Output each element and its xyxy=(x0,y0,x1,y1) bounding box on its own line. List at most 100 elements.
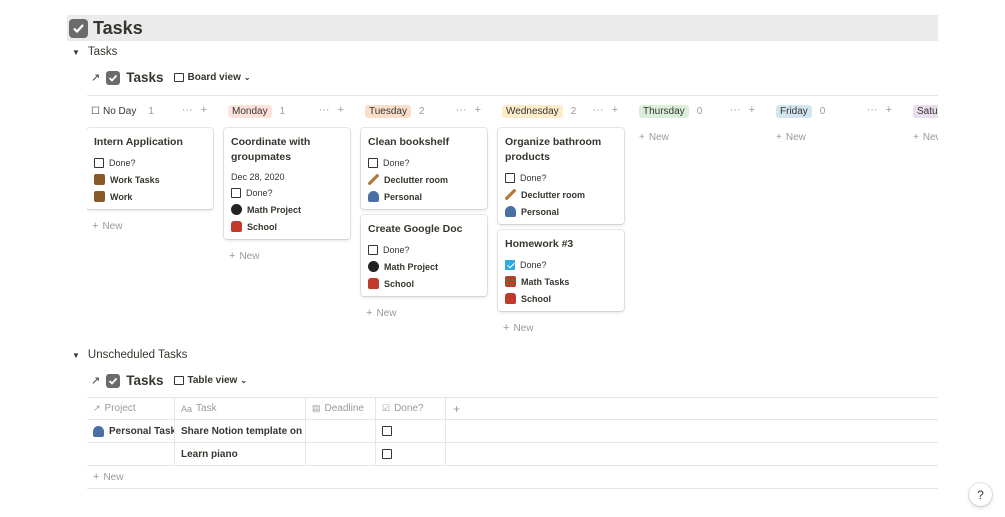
board-card[interactable]: Clean bookshelf Done? Declutter room Per… xyxy=(361,128,487,209)
board-card[interactable]: Organize bathroom products Done? Declutt… xyxy=(498,128,624,224)
backpack-icon xyxy=(231,221,242,232)
column-count: 2 xyxy=(418,105,425,117)
board-card[interactable]: Create Google Doc Done? Math Project Sch… xyxy=(361,215,487,296)
relation-link[interactable]: Math Project xyxy=(384,262,438,272)
done-row: Done? xyxy=(368,154,480,171)
new-card-button[interactable]: +New xyxy=(772,132,898,143)
checkbox[interactable] xyxy=(382,426,392,436)
checkbox[interactable] xyxy=(231,187,241,198)
column-header-task[interactable]: Aa Task xyxy=(175,398,306,419)
checkbox[interactable] xyxy=(94,157,104,168)
add-icon[interactable]: + xyxy=(475,104,481,116)
column-header-project[interactable]: ↗ Project xyxy=(87,398,175,419)
relation-link[interactable]: Work Tasks xyxy=(110,175,160,185)
more-icon[interactable]: ··· xyxy=(319,104,330,116)
new-card-button[interactable]: +New xyxy=(909,132,938,143)
relation-link[interactable]: Math Tasks xyxy=(521,277,569,287)
db-title[interactable]: Tasks xyxy=(126,70,163,85)
card-title: Create Google Doc xyxy=(368,223,463,235)
card-title: Homework #3 xyxy=(505,238,574,250)
project-cell[interactable] xyxy=(87,443,175,465)
card-title: Coordinate with groupmates xyxy=(231,136,311,163)
relation-link[interactable]: Personal xyxy=(384,192,422,202)
help-button[interactable]: ? xyxy=(969,483,992,506)
add-icon[interactable]: + xyxy=(749,104,755,116)
new-card-button[interactable]: +New xyxy=(498,322,624,334)
column-header-done[interactable]: ☑ Done? xyxy=(376,398,446,419)
new-card-button[interactable]: +New xyxy=(224,250,350,262)
more-icon[interactable]: ··· xyxy=(182,104,193,116)
more-icon[interactable]: ··· xyxy=(593,104,604,116)
view-switcher[interactable]: Table view ⌄ xyxy=(173,375,247,386)
checkbox-icon: ☑ xyxy=(382,403,391,413)
relation-link[interactable]: School xyxy=(384,279,414,289)
relation-row: Declutter room xyxy=(368,171,480,188)
new-card-button[interactable]: +New xyxy=(361,307,487,319)
toggle-unscheduled-tasks[interactable]: ▼ Unscheduled Tasks xyxy=(72,349,187,361)
add-column-button[interactable]: + xyxy=(446,398,938,419)
relation-link[interactable]: Declutter room xyxy=(521,190,585,200)
checkbox[interactable] xyxy=(505,172,515,183)
triangle-down-icon[interactable]: ▼ xyxy=(72,48,80,57)
column-tag: Tuesday xyxy=(365,104,411,118)
toggle-tasks[interactable]: ▼ Tasks xyxy=(72,46,117,58)
done-label: Done? xyxy=(520,172,547,183)
more-icon[interactable]: ··· xyxy=(456,104,467,116)
add-icon[interactable]: + xyxy=(201,104,207,116)
add-icon[interactable]: + xyxy=(612,104,618,116)
column-header[interactable]: Satur xyxy=(909,102,938,120)
board-card[interactable]: Homework #3 Done? Math Tasks School xyxy=(498,230,624,311)
table-row[interactable]: Personal Tasks Share Notion template on … xyxy=(87,420,938,443)
column-header[interactable]: Wednesday 2 ··· + xyxy=(498,102,624,120)
board-card[interactable]: Coordinate with groupmates Dec 28, 2020 … xyxy=(224,128,350,239)
column-header[interactable]: Monday 1 ··· + xyxy=(224,102,350,120)
open-link-arrow-icon[interactable]: ↗ xyxy=(91,71,100,84)
checkbox-checked[interactable] xyxy=(505,259,515,270)
plus-icon: + xyxy=(366,307,373,319)
deadline-cell[interactable] xyxy=(306,420,376,442)
view-switcher[interactable]: Board view ⌄ xyxy=(173,72,251,83)
column-header-deadline[interactable]: ▤ Deadline xyxy=(306,398,376,419)
relation-link[interactable]: School xyxy=(247,222,277,232)
column-header[interactable]: Tuesday 2 ··· + xyxy=(361,102,487,120)
no-day-icon: ☐ xyxy=(91,105,100,117)
relation-link[interactable]: Math Project xyxy=(247,205,301,215)
plus-icon: + xyxy=(93,471,100,483)
relation-link[interactable]: Work xyxy=(110,192,132,202)
done-label: Done? xyxy=(246,187,273,198)
relation-link[interactable]: Declutter room xyxy=(384,175,448,185)
new-card-button[interactable]: +New xyxy=(87,220,213,232)
more-icon[interactable]: ··· xyxy=(867,104,878,116)
task-cell[interactable]: Learn piano xyxy=(175,443,306,465)
deadline-cell[interactable] xyxy=(306,443,376,465)
triangle-down-icon[interactable]: ▼ xyxy=(72,351,80,360)
add-icon[interactable]: + xyxy=(338,104,344,116)
column-count: 2 xyxy=(570,105,577,117)
person-icon xyxy=(505,206,516,217)
open-link-arrow-icon[interactable]: ↗ xyxy=(91,374,100,387)
board-card[interactable]: Intern Application Done? Work Tasks Work xyxy=(87,128,213,209)
new-card-button[interactable]: +New xyxy=(635,132,761,143)
column-header[interactable]: Friday 0 ··· + xyxy=(772,102,898,120)
done-cell[interactable] xyxy=(376,443,446,465)
more-icon[interactable]: ··· xyxy=(730,104,741,116)
card-title: Organize bathroom products xyxy=(505,136,602,163)
relation-row: School xyxy=(505,290,617,307)
new-row-button[interactable]: + New xyxy=(87,466,938,489)
column-actions: ··· + xyxy=(448,104,481,116)
column-header[interactable]: ☐ No Day 1 ··· + xyxy=(87,102,213,120)
column-header[interactable]: Thursday 0 ··· + xyxy=(635,102,761,120)
divider xyxy=(87,95,938,96)
add-icon[interactable]: + xyxy=(886,104,892,116)
checkbox[interactable] xyxy=(368,157,378,168)
db-title[interactable]: Tasks xyxy=(126,373,163,388)
board-column-monday: Monday 1 ··· + Coordinate with groupmates… xyxy=(224,102,350,262)
table-row[interactable]: Learn piano xyxy=(87,443,938,466)
project-cell[interactable]: Personal Tasks xyxy=(87,420,175,442)
checkbox[interactable] xyxy=(368,244,378,255)
task-cell[interactable]: Share Notion template on r xyxy=(175,420,306,442)
relation-link[interactable]: Personal xyxy=(521,207,559,217)
checkbox[interactable] xyxy=(382,449,392,459)
relation-link[interactable]: School xyxy=(521,294,551,304)
done-cell[interactable] xyxy=(376,420,446,442)
